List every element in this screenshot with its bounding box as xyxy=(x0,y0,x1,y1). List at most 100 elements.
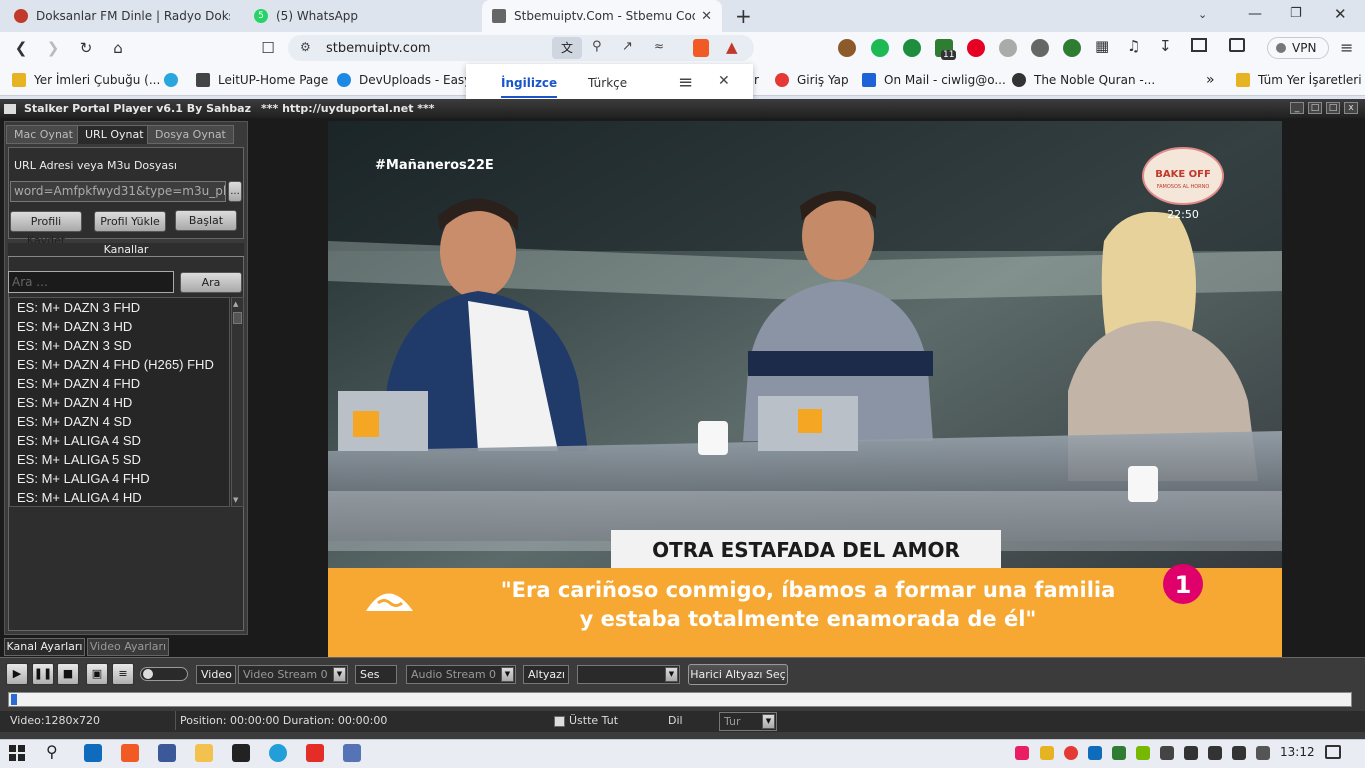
translate-icon[interactable]: 文 xyxy=(552,37,582,59)
app-restore-icon[interactable]: □ xyxy=(1308,102,1322,114)
notification-icon[interactable] xyxy=(1325,745,1341,759)
stalker-player-icon[interactable] xyxy=(343,744,361,762)
green-extension-icon[interactable] xyxy=(871,39,889,57)
minimize-window-icon[interactable]: — xyxy=(1248,6,1262,22)
tray-app-icon[interactable] xyxy=(1208,746,1222,760)
file-explorer-icon[interactable] xyxy=(195,744,213,762)
nvidia-icon[interactable] xyxy=(1136,746,1150,760)
restore-window-icon[interactable]: ❐ xyxy=(1290,6,1302,21)
browser-tab-whatsapp[interactable]: 5 (5) WhatsApp xyxy=(244,0,476,32)
load-profile-button[interactable]: Profil Yükle xyxy=(94,211,166,232)
app-close-icon[interactable]: x xyxy=(1344,102,1358,114)
app-minimize-icon[interactable]: _ xyxy=(1290,102,1304,114)
subtitle-select[interactable]: ▼ xyxy=(577,665,680,684)
channel-list-item[interactable]: ES: M+ LALIGA 4 HD xyxy=(10,488,229,506)
volume-thumb[interactable] xyxy=(143,669,153,679)
download-icon[interactable]: ↧ xyxy=(1159,37,1172,55)
tray-app-icon[interactable] xyxy=(1112,746,1126,760)
fullscreen-icon[interactable]: ▣ xyxy=(86,663,108,685)
close-tab-icon[interactable]: ✕ xyxy=(701,9,712,24)
video-player-icon[interactable] xyxy=(306,744,324,762)
scroll-down-icon[interactable]: ▼ xyxy=(233,495,242,505)
terminal-icon[interactable] xyxy=(232,744,250,762)
channel-search-button[interactable]: Ara xyxy=(180,272,242,293)
reload-icon[interactable]: ↻ xyxy=(75,37,97,59)
pinterest-icon[interactable] xyxy=(967,39,985,57)
channel-list-item[interactable]: ES: M+ LALIGA 4 SD xyxy=(10,431,229,450)
sidebar-icon[interactable] xyxy=(1191,38,1207,52)
forward-icon[interactable]: ❯ xyxy=(42,37,64,59)
site-info-icon[interactable]: ⚙ xyxy=(300,40,311,54)
seek-bar[interactable] xyxy=(8,692,1352,707)
chevron-down-icon[interactable]: ▼ xyxy=(333,667,346,682)
cookie-extension-icon[interactable] xyxy=(838,39,856,57)
bookmark-item[interactable]: The Noble Quran -... xyxy=(1012,70,1155,90)
pause-icon[interactable]: ❚❚ xyxy=(32,663,54,685)
tray-app-icon[interactable] xyxy=(1160,746,1174,760)
play-icon[interactable]: ▶ xyxy=(6,663,28,685)
music-icon[interactable]: ♫ xyxy=(1127,37,1140,55)
tab-kanal-ayarlari[interactable]: Kanal Ayarları xyxy=(4,638,85,656)
bookmark-item[interactable]: Giriş Yap xyxy=(775,70,849,90)
bookmark-item[interactable]: On Mail - ciwlig@o... xyxy=(862,70,1006,90)
playlist-icon[interactable]: ≡ xyxy=(112,663,134,685)
scroll-thumb[interactable] xyxy=(233,312,242,324)
url-text[interactable]: stbemuiptv.com xyxy=(326,41,431,56)
chevron-down-icon[interactable]: ▼ xyxy=(762,714,775,729)
volume-slider[interactable] xyxy=(140,667,188,681)
rss-icon[interactable]: ≈ xyxy=(654,39,664,53)
browser-tab-doksanlar[interactable]: Doksanlar FM Dinle | Radyo Doksanlar xyxy=(4,0,240,32)
volume-icon[interactable] xyxy=(1256,746,1270,760)
browser-tab-stbemu[interactable]: Stbemuiptv.Com - Stbemu Codes ✕ xyxy=(482,0,722,32)
channel-list-item[interactable]: ES: M+ DAZN 3 SD xyxy=(10,336,229,355)
vpn-button[interactable]: VPN xyxy=(1267,37,1329,59)
bookmark-item[interactable]: DevUploads - Easy... xyxy=(337,70,481,90)
app-maximize-icon[interactable]: □ xyxy=(1326,102,1340,114)
zoom-icon[interactable]: ⚲ xyxy=(592,39,602,54)
extension-icon[interactable] xyxy=(1031,39,1049,57)
channel-list-item[interactable]: ES: M+ LALIGA 5 SD xyxy=(10,450,229,469)
channel-search-input[interactable]: Ara ... xyxy=(8,271,174,293)
video-stream-select[interactable]: Video Stream 0 ▼ xyxy=(238,665,348,684)
language-select[interactable]: Tur ▼ xyxy=(719,712,777,731)
tab-search-chevron-icon[interactable]: ⌄ xyxy=(1198,8,1207,21)
tray-app-icon[interactable] xyxy=(1015,746,1029,760)
translate-lang-english[interactable]: İngilizce xyxy=(501,76,558,98)
chevron-down-icon[interactable]: ▼ xyxy=(501,667,514,682)
tab-mac-oynat[interactable]: Mac Oynat xyxy=(6,125,81,144)
taskbar-clock[interactable]: 13:12 xyxy=(1280,745,1315,759)
windows-start-icon[interactable] xyxy=(9,745,25,761)
search-icon[interactable]: ⚲ xyxy=(46,742,58,761)
seek-thumb[interactable] xyxy=(11,694,17,705)
bookmark-item[interactable]: LeitUP-Home Page xyxy=(196,70,328,90)
audio-stream-select[interactable]: Audio Stream 0 ▼ xyxy=(406,665,516,684)
start-button[interactable]: Başlat xyxy=(175,210,237,231)
channel-list-item[interactable]: ES: M+ DAZN 4 FHD (H265) FHD xyxy=(10,355,229,374)
wallet-icon[interactable] xyxy=(1229,38,1245,52)
tray-app-icon[interactable] xyxy=(1064,746,1078,760)
extension-icon[interactable] xyxy=(999,39,1017,57)
bookmark-item[interactable] xyxy=(164,70,186,90)
network-icon[interactable] xyxy=(1184,746,1198,760)
channel-list-item[interactable]: ES: M+ DAZN 4 SD xyxy=(10,412,229,431)
close-window-icon[interactable]: ✕ xyxy=(1334,5,1347,23)
app-icon[interactable] xyxy=(158,744,176,762)
puzzle-icon[interactable]: ▦ xyxy=(1095,37,1109,55)
external-subtitle-button[interactable]: Harici Altyazı Seç xyxy=(688,664,788,685)
translate-lang-turkish[interactable]: Türkçe xyxy=(588,76,627,90)
channel-list-item[interactable]: ES: M+ DAZN 3 HD xyxy=(10,317,229,336)
channel-list-scrollbar[interactable]: ▲ ▼ xyxy=(231,297,244,507)
channel-list-item[interactable]: ES: M+ DAZN 3 FHD xyxy=(10,298,229,317)
channel-list-item[interactable]: ES: M+ DAZN 4 FHD xyxy=(10,374,229,393)
outlook-icon[interactable] xyxy=(84,744,102,762)
stop-icon[interactable]: ■ xyxy=(57,663,79,685)
tab-video-ayarlari[interactable]: Video Ayarları xyxy=(87,638,169,656)
address-bar[interactable]: ⚙ stbemuiptv.com 文 ⚲ ↗ ≈ ▲ xyxy=(288,35,754,61)
bookmark-folder-item[interactable]: Yer İmleri Çubuğu (... xyxy=(12,70,160,90)
url-input[interactable]: word=Amfpkfwyd31&type=m3u_plus xyxy=(10,181,226,202)
video-display[interactable]: #Mañaneros22E BAKE OFF FAMOSOS AL HORNO … xyxy=(328,121,1282,657)
bookmark-item-partial[interactable]: r xyxy=(754,70,759,90)
tray-outlook-icon[interactable] xyxy=(1088,746,1102,760)
save-profile-button[interactable]: Profili Kaydet xyxy=(10,211,82,247)
vpn-extension-icon[interactable] xyxy=(903,39,921,57)
